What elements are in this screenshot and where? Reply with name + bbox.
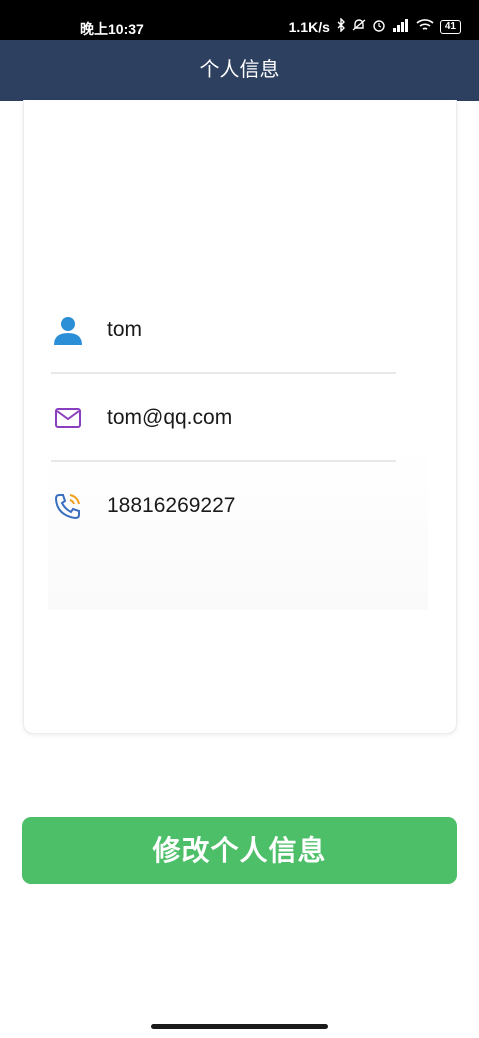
mute-icon <box>352 18 366 35</box>
phone-icon <box>51 489 85 523</box>
alarm-icon <box>372 18 386 35</box>
page-header: 个人信息 <box>0 40 479 101</box>
status-bar: 晚上10:37 1.1K/s 41 <box>0 0 479 40</box>
username-row: tom <box>51 300 396 360</box>
email-row: tom@qq.com <box>51 388 396 448</box>
divider <box>51 460 396 462</box>
edit-profile-button[interactable]: 修改个人信息 <box>22 817 457 884</box>
phone-value: 18816269227 <box>107 494 236 517</box>
status-time: 晚上10:37 <box>80 21 144 37</box>
bluetooth-icon <box>336 17 346 35</box>
phone-row: 18816269227 <box>51 476 396 536</box>
user-icon <box>51 313 85 347</box>
home-indicator[interactable] <box>151 1024 328 1029</box>
signal-icon <box>392 18 410 35</box>
network-speed: 1.1K/s <box>288 18 330 35</box>
wifi-icon <box>416 18 434 35</box>
page-title: 个人信息 <box>199 59 280 81</box>
divider <box>51 372 396 374</box>
battery-icon: 41 <box>439 19 461 34</box>
mail-icon <box>51 401 85 435</box>
status-icons: 1.1K/s 41 <box>288 17 461 35</box>
username-value: tom <box>107 318 143 341</box>
email-value: tom@qq.com <box>107 406 233 429</box>
